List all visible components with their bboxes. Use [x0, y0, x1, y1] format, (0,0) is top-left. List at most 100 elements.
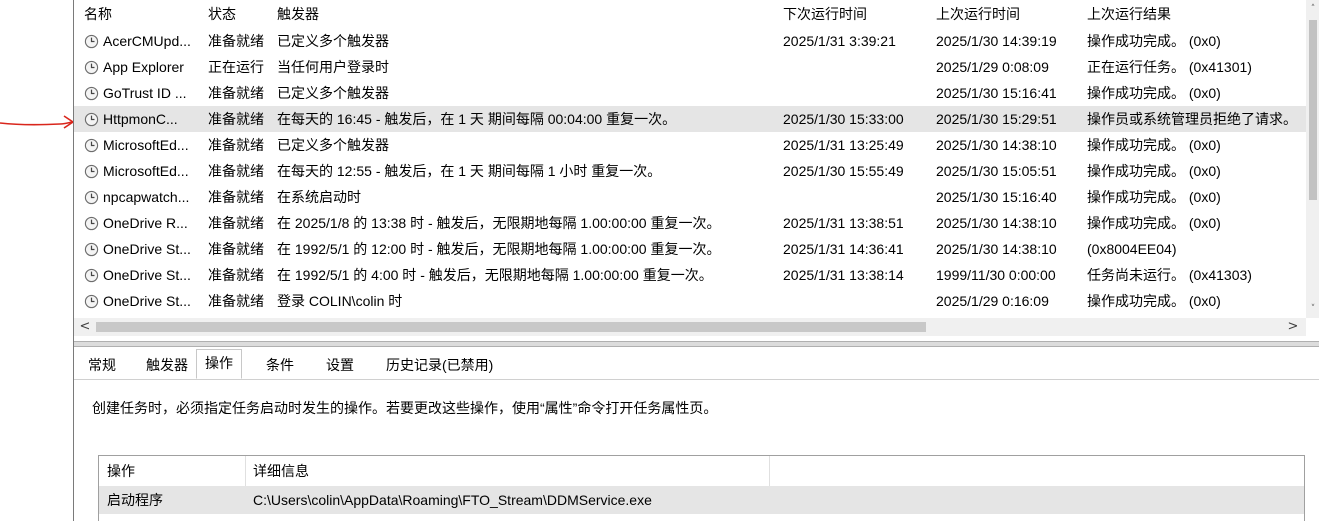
- task-last-result: 正在运行任务。 (0x41301): [1087, 59, 1252, 75]
- task-row[interactable]: OneDrive St... 准备就绪 登录 COLIN\colin 时 2025/1…: [74, 288, 1306, 314]
- scroll-up-arrow[interactable]: ˄: [1306, 0, 1319, 18]
- task-row[interactable]: GoTrust ID ... 准备就绪 已定义多个触发器 2025/1/30 15:1…: [74, 80, 1306, 106]
- task-trigger: 在系统启动时: [277, 189, 361, 205]
- task-row[interactable]: OneDrive St... 准备就绪在 1992/5/1 的 4:00 时 - …: [74, 262, 1306, 288]
- tab-conditions[interactable]: 条件: [258, 351, 302, 379]
- task-status: 准备就绪: [208, 137, 264, 153]
- task-name: npcapwatch...: [84, 184, 206, 210]
- column-header-last-result[interactable]: 上次运行结果: [1087, 0, 1306, 28]
- task-next-run: 2025/1/31 14:36:41: [783, 241, 904, 257]
- task-next-run: 2025/1/31 3:39:21: [783, 33, 896, 49]
- actions-header-divider: [769, 456, 770, 486]
- actions-header-details[interactable]: 详细信息: [253, 456, 309, 486]
- task-name-text: AcerCMUpd...: [103, 33, 191, 49]
- column-header-status[interactable]: 状态: [208, 0, 274, 28]
- task-trigger: 登录 COLIN\colin 时: [277, 293, 403, 309]
- task-last-run: 2025/1/30 15:16:40: [936, 189, 1057, 205]
- task-clock-icon: [84, 161, 99, 179]
- task-clock-icon: [84, 265, 99, 283]
- task-name-text: OneDrive St...: [103, 241, 191, 257]
- task-row[interactable]: MicrosoftEd... 准备就绪 已定义多个触发器 2025/1/31 13:2…: [74, 132, 1306, 158]
- task-last-result: 操作员或系统管理员拒绝了请求。: [1087, 111, 1297, 127]
- task-trigger: 在 1992/5/1 的 4:00 时 - 触发后，无限期地每隔 1.00:00…: [277, 267, 713, 283]
- task-scheduler-frame: 名称 状态 触发器 下次运行时间 上次运行时间 上次运行结果 AcerCMUpd…: [73, 0, 1319, 521]
- horizontal-scrollbar[interactable]: < >: [74, 318, 1306, 336]
- scroll-left-arrow[interactable]: <: [76, 318, 94, 336]
- task-status: 准备就绪: [208, 241, 264, 257]
- column-header-last-run[interactable]: 上次运行时间: [936, 0, 1086, 28]
- task-clock-icon: [84, 31, 99, 49]
- task-name: OneDrive St...: [84, 288, 206, 314]
- task-name: OneDrive St...: [84, 262, 206, 288]
- actions-description: 创建任务时，必须指定任务启动时发生的操作。若要更改这些操作，使用“属性”命令打开…: [92, 400, 718, 416]
- action-type: 启动程序: [107, 492, 163, 508]
- tab-actions[interactable]: 操作: [196, 349, 242, 379]
- actions-table[interactable]: 操作 详细信息 启动程序 C:\Users\colin\AppData\Roam…: [98, 455, 1305, 521]
- actions-table-header: 操作 详细信息: [99, 456, 1304, 486]
- scroll-down-arrow[interactable]: ˅: [1306, 300, 1319, 318]
- tab-settings[interactable]: 设置: [318, 351, 362, 379]
- actions-header-divider: [245, 456, 246, 486]
- task-last-run: 2025/1/30 14:39:19: [936, 33, 1057, 49]
- task-last-result: (0x8004EE04): [1087, 241, 1177, 257]
- task-status: 准备就绪: [208, 85, 264, 101]
- task-clock-icon: [84, 109, 99, 127]
- actions-table-row[interactable]: 启动程序 C:\Users\colin\AppData\Roaming\FTO_…: [99, 486, 1304, 514]
- task-status: 准备就绪: [208, 111, 264, 127]
- task-row[interactable]: AcerCMUpd... 准备就绪 已定义多个触发器 2025/1/31 3:39:2…: [74, 28, 1306, 54]
- annotation-arrow: [0, 115, 75, 129]
- tab-general[interactable]: 常规: [80, 351, 124, 379]
- task-row[interactable]: HttpmonC... 准备就绪 在每天的 16:45 - 触发后，在 1 天 期间…: [74, 106, 1306, 132]
- column-header-trigger[interactable]: 触发器: [277, 0, 779, 28]
- task-trigger: 已定义多个触发器: [277, 85, 389, 101]
- task-name-text: App Explorer: [103, 59, 184, 75]
- actions-header-action[interactable]: 操作: [107, 456, 135, 486]
- task-row[interactable]: OneDrive R... 准备就绪在 2025/1/8 的 13:38 时 - …: [74, 210, 1306, 236]
- task-row[interactable]: npcapwatch... 准备就绪 在系统启动时 2025/1/30 15:16:4…: [74, 184, 1306, 210]
- task-status: 正在运行: [208, 59, 264, 75]
- task-last-run: 2025/1/30 14:38:10: [936, 241, 1057, 257]
- task-clock-icon: [84, 213, 99, 231]
- detail-tabs: 常规 触发器 操作 条件 设置 历史记录(已禁用): [74, 347, 1319, 380]
- tab-history[interactable]: 历史记录(已禁用): [378, 351, 501, 379]
- task-name: AcerCMUpd...: [84, 28, 206, 54]
- task-last-result: 操作成功完成。 (0x0): [1087, 293, 1221, 309]
- task-last-run: 2025/1/30 14:38:10: [936, 137, 1057, 153]
- task-status: 准备就绪: [208, 33, 264, 49]
- task-last-run: 2025/1/30 15:05:51: [936, 163, 1057, 179]
- scroll-right-arrow[interactable]: >: [1284, 318, 1302, 336]
- task-list[interactable]: 名称 状态 触发器 下次运行时间 上次运行时间 上次运行结果 AcerCMUpd…: [74, 0, 1306, 318]
- horizontal-scroll-thumb[interactable]: [96, 322, 926, 332]
- task-name-text: HttpmonC...: [103, 111, 178, 127]
- task-name: GoTrust ID ...: [84, 80, 206, 106]
- task-name: OneDrive R...: [84, 210, 206, 236]
- vertical-scrollbar[interactable]: ˄ ˅: [1306, 0, 1319, 318]
- task-name-text: GoTrust ID ...: [103, 85, 187, 101]
- task-name: HttpmonC...: [84, 106, 206, 132]
- column-header-next-run[interactable]: 下次运行时间: [783, 0, 935, 28]
- task-trigger: 在 1992/5/1 的 12:00 时 - 触发后，无限期地每隔 1.00:0…: [277, 241, 721, 257]
- task-last-run: 2025/1/30 15:29:51: [936, 111, 1057, 127]
- vertical-scroll-thumb[interactable]: [1309, 20, 1317, 200]
- task-next-run: 2025/1/30 15:33:00: [783, 111, 904, 127]
- column-header-name[interactable]: 名称: [84, 0, 206, 28]
- task-last-result: 操作成功完成。 (0x0): [1087, 163, 1221, 179]
- task-next-run: 2025/1/31 13:25:49: [783, 137, 904, 153]
- task-next-run: 2025/1/30 15:55:49: [783, 163, 904, 179]
- task-last-run: 2025/1/30 15:16:41: [936, 85, 1057, 101]
- task-status: 准备就绪: [208, 293, 264, 309]
- task-row[interactable]: MicrosoftEd... 准备就绪 在每天的 12:55 - 触发后，在 1 天…: [74, 158, 1306, 184]
- task-row[interactable]: App Explorer 正在运行 当任何用户登录时 2025/1/29 0:08:0…: [74, 54, 1306, 80]
- tab-triggers[interactable]: 触发器: [138, 351, 196, 379]
- task-clock-icon: [84, 57, 99, 75]
- task-last-result: 任务尚未运行。 (0x41303): [1087, 267, 1252, 283]
- task-trigger: 在每天的 16:45 - 触发后，在 1 天 期间每隔 00:04:00 重复一…: [277, 111, 677, 127]
- task-trigger: 已定义多个触发器: [277, 33, 389, 49]
- task-next-run: 2025/1/31 13:38:51: [783, 215, 904, 231]
- task-clock-icon: [84, 83, 99, 101]
- task-status: 准备就绪: [208, 189, 264, 205]
- task-trigger: 当任何用户登录时: [277, 59, 389, 75]
- task-name: App Explorer: [84, 54, 206, 80]
- task-last-run: 1999/11/30 0:00:00: [936, 267, 1056, 283]
- task-row[interactable]: OneDrive St... 准备就绪在 1992/5/1 的 12:00 时 -…: [74, 236, 1306, 262]
